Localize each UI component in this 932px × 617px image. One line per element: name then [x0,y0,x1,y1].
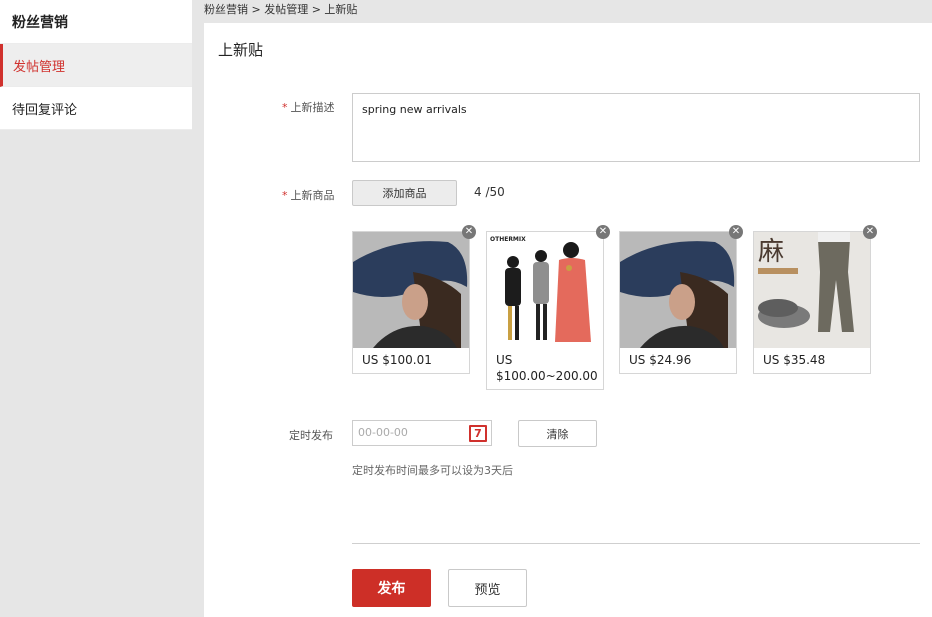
schedule-date-input[interactable]: 00-00-00 7 [352,420,492,446]
product-price: US $24.96 [629,353,692,367]
clear-button[interactable]: 清除 [518,420,597,447]
product-card[interactable]: US $24.96 ✕ [619,225,743,374]
sidebar-item-post-management[interactable]: 发帖管理 [0,44,192,87]
desc-label: * 上新描述 [282,101,335,114]
product-overlay-text: 麻 [758,237,784,267]
page-title: 上新贴 [218,41,264,59]
sidebar-header: 粉丝营销 [0,0,192,44]
product-price: US $100.00~200.00 [496,353,598,383]
close-icon[interactable]: ✕ [729,225,743,239]
product-image: OTHERMIX [487,232,603,348]
product-card[interactable]: US $100.01 ✕ [352,225,476,374]
schedule-hint: 定时发布时间最多可以设为3天后 [352,464,513,477]
sidebar: 粉丝营销 发帖管理 待回复评论 [0,0,192,617]
preview-button[interactable]: 预览 [448,569,527,607]
publish-button[interactable]: 发布 [352,569,431,607]
add-product-button[interactable]: 添加商品 [352,180,457,206]
close-icon[interactable]: ✕ [596,225,610,239]
product-image [620,232,736,348]
close-icon[interactable]: ✕ [863,225,877,239]
description-textarea[interactable]: spring new arrivals [352,93,920,162]
divider [352,543,920,544]
product-image: 麻 [754,232,870,348]
product-card[interactable]: 麻 US $35.48 ✕ [753,225,877,374]
products-label: * 上新商品 [282,189,335,202]
product-count: 4 /50 [474,185,505,199]
close-icon[interactable]: ✕ [462,225,476,239]
main-panel: 上新贴 * 上新描述 spring new arrivals * 上新商品 添加商品… [204,23,932,617]
product-image [353,232,469,348]
breadcrumb: 粉丝营销 > 发帖管理 > 上新贴 [192,0,932,23]
schedule-label: 定时发布 [289,429,333,442]
product-price: US $35.48 [763,353,826,367]
product-price: US $100.01 [362,353,432,367]
product-card[interactable]: OTHERMIX US $100.00~200.00 ✕ [486,225,610,390]
calendar-icon[interactable]: 7 [469,425,487,442]
product-brand: OTHERMIX [490,236,526,243]
sidebar-item-pending-comments[interactable]: 待回复评论 [0,87,192,130]
